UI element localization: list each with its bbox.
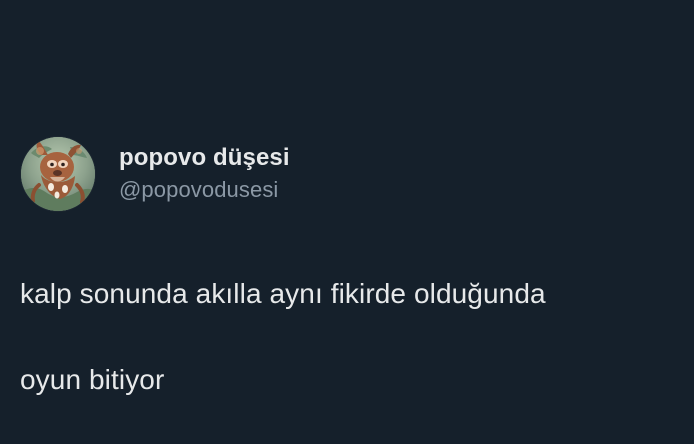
tweet-card: popovo düşesi @popovodusesi kalp sonunda… [0, 0, 694, 435]
tweet-header: popovo düşesi @popovodusesi [21, 134, 290, 214]
deer-avatar-icon [21, 137, 95, 211]
tweet-text: kalp sonunda akılla aynı fikirde olduğun… [20, 229, 680, 444]
tweet-text-line-1: kalp sonunda akılla aynı fikirde olduğun… [20, 278, 546, 309]
user-handle[interactable]: @popovodusesi [119, 176, 290, 204]
avatar[interactable] [21, 137, 95, 211]
user-meta: popovo düşesi @popovodusesi [119, 144, 290, 204]
tweet-text-line-2: oyun bitiyor [20, 364, 165, 395]
display-name[interactable]: popovo düşesi [119, 144, 290, 172]
